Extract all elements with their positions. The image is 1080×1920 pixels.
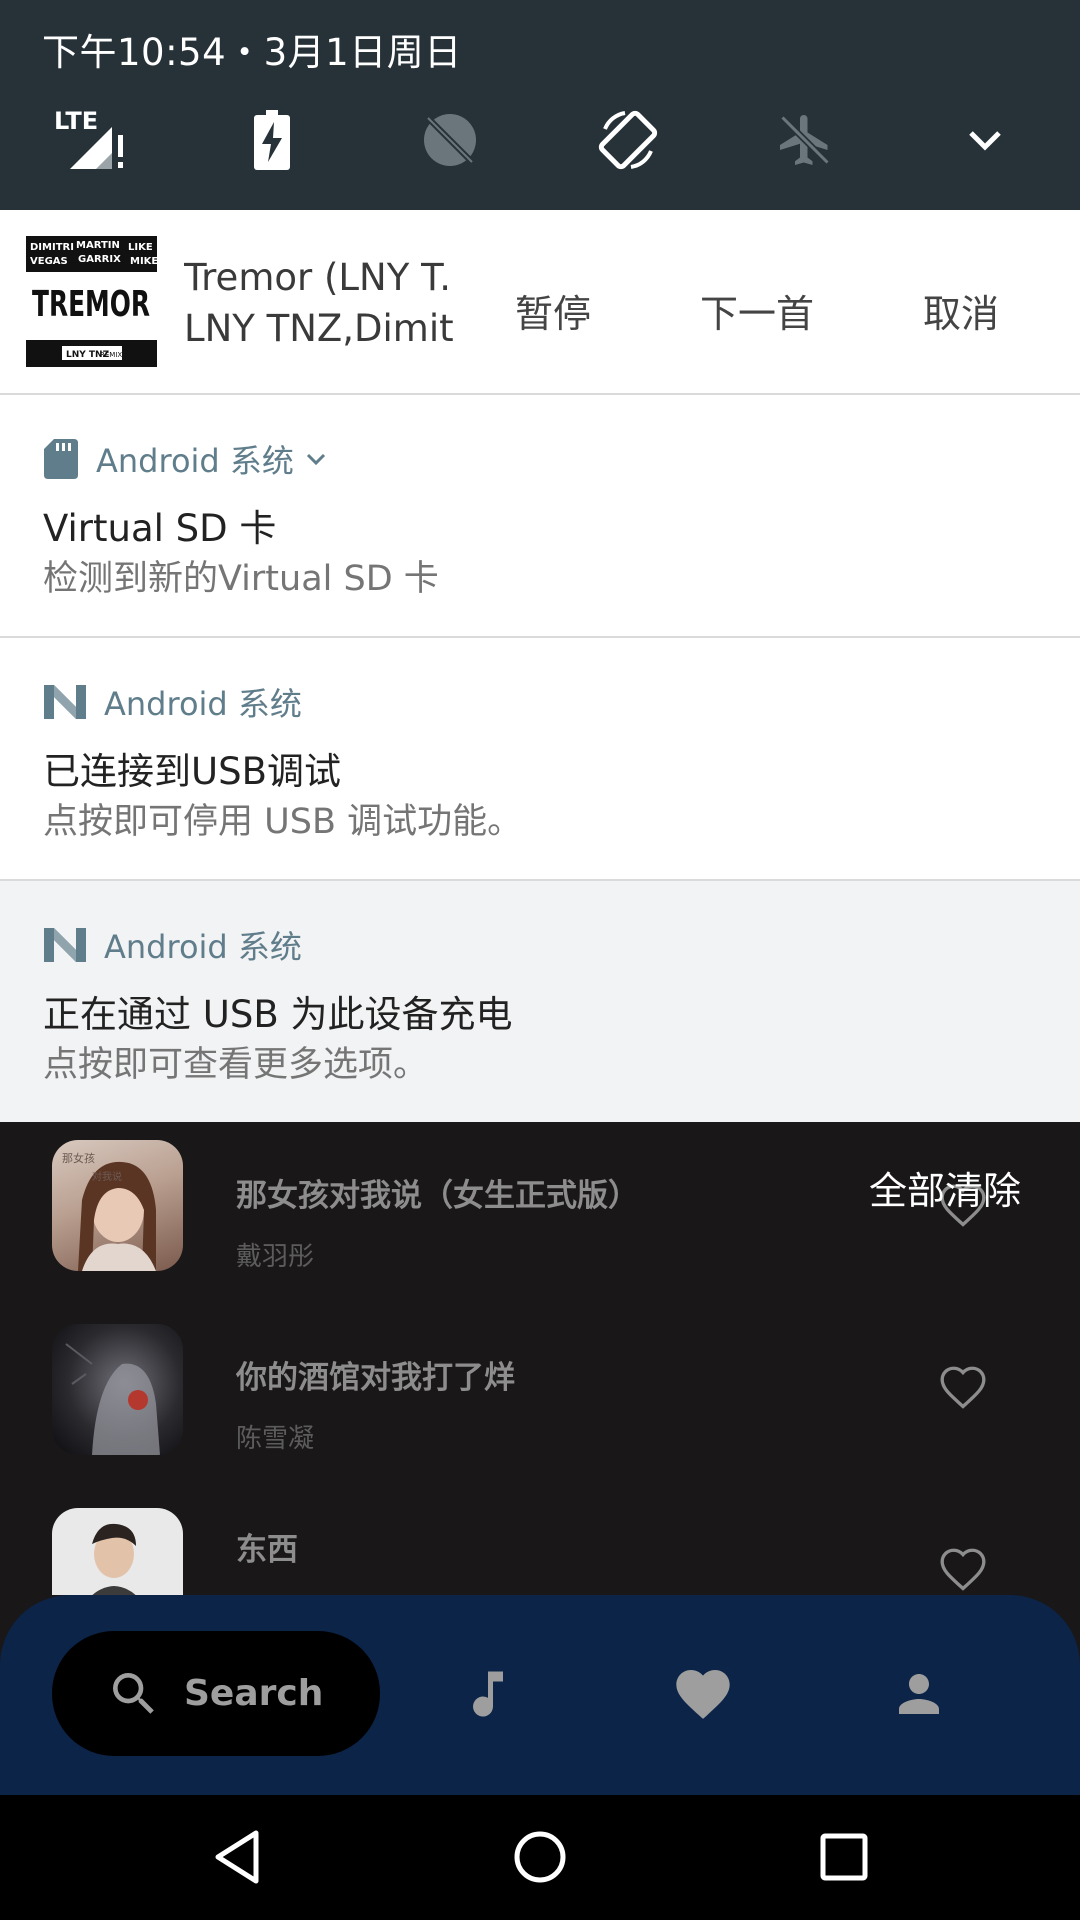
search-icon	[113, 1672, 154, 1714]
search-label: Search	[184, 1673, 324, 1714]
cover-text: 那女孩	[62, 1151, 95, 1165]
quick-settings-header: 下午10:54・3月1日周日 LTE	[0, 0, 1080, 210]
song-cover: 那女孩 对我说	[52, 1140, 183, 1271]
favorite-heart-icon[interactable]	[938, 1544, 988, 1594]
song-cover	[52, 1324, 183, 1455]
next-track-button[interactable]: 下一首	[700, 283, 814, 338]
song-row[interactable]: 东西	[0, 1508, 1080, 1595]
notification-header: Android 系统	[44, 437, 328, 481]
svg-text:DIMITRI: DIMITRI	[30, 242, 74, 253]
notification-card-usb-charging[interactable]: Android 系统 正在通过 USB 为此设备充电 点按即可查看更多选项。	[0, 881, 1080, 1122]
system-navigation-bar	[0, 1795, 1080, 1920]
search-button[interactable]: Search	[52, 1631, 380, 1756]
back-icon[interactable]	[205, 1825, 269, 1889]
cancel-button[interactable]: 取消	[923, 283, 999, 338]
notification-app-name: Android 系统	[104, 685, 302, 723]
song-title: 那女孩对我说（女生正式版）	[236, 1178, 639, 1214]
expand-chevron-icon[interactable]	[946, 105, 1024, 175]
song-artist: 陈雪凝	[236, 1424, 315, 1454]
status-datetime: 下午10:54・3月1日周日	[42, 31, 462, 74]
data-saver-off-icon[interactable]	[411, 105, 489, 175]
heart-icon[interactable]	[668, 1659, 738, 1729]
quick-settings-tiles: LTE	[0, 105, 1080, 175]
notification-header: Android 系统	[44, 923, 302, 967]
song-artist: 戴羽彤	[236, 1242, 315, 1272]
svg-text:LTE: LTE	[54, 107, 98, 135]
notification-text: 点按即可查看更多选项。	[43, 1045, 429, 1085]
song-row[interactable]: 你的酒馆对我打了烊 陈雪凝	[0, 1324, 1080, 1464]
notification-text: 检测到新的Virtual SD 卡	[43, 559, 439, 599]
person-icon[interactable]	[884, 1659, 954, 1729]
recents-icon[interactable]	[812, 1825, 876, 1889]
notification-title: 已连接到USB调试	[43, 750, 341, 793]
home-icon[interactable]	[508, 1825, 572, 1889]
pause-button[interactable]: 暂停	[515, 283, 591, 338]
svg-text:MARTIN: MARTIN	[76, 240, 120, 251]
media-notification[interactable]: DIMITRI MARTIN LIKE VEGAS GARRIX MIKE TR…	[0, 210, 1080, 395]
svg-text:GARRIX: GARRIX	[78, 254, 121, 265]
media-title: Tremor (LNY T...	[184, 256, 454, 299]
bottom-navigation: Search	[0, 1595, 1080, 1795]
svg-text:TREMOR: TREMOR	[32, 284, 150, 325]
song-title: 东西	[236, 1532, 298, 1568]
notification-app-name: Android 系统	[96, 442, 294, 480]
media-artist: LNY TNZ,Dimit...	[184, 307, 454, 350]
song-title: 你的酒馆对我打了烊	[236, 1360, 515, 1396]
favorite-heart-icon[interactable]	[938, 1362, 988, 1412]
svg-text:MIKE: MIKE	[130, 256, 157, 267]
android-n-icon	[44, 928, 86, 962]
svg-text:LIKE: LIKE	[128, 242, 153, 253]
cover-text: 对我说	[92, 1170, 122, 1183]
notification-title: 正在通过 USB 为此设备充电	[43, 993, 513, 1036]
chevron-down-icon[interactable]	[304, 449, 328, 469]
notification-text: 点按即可停用 USB 调试功能。	[43, 802, 523, 842]
battery-charging-icon[interactable]	[233, 105, 311, 175]
notification-card-usb-debug[interactable]: Android 系统 已连接到USB调试 点按即可停用 USB 调试功能。	[0, 638, 1080, 881]
album-art: DIMITRI MARTIN LIKE VEGAS GARRIX MIKE TR…	[26, 236, 158, 367]
sd-card-icon	[44, 439, 78, 479]
music-note-icon[interactable]	[453, 1659, 523, 1729]
android-n-icon	[44, 685, 86, 719]
notification-app-name: Android 系统	[104, 928, 302, 966]
notification-header: Android 系统	[44, 680, 302, 724]
song-cover	[52, 1508, 183, 1595]
clear-all-button[interactable]: 全部清除	[869, 1160, 1021, 1215]
notification-card-sd[interactable]: Android 系统 Virtual SD 卡 检测到新的Virtual SD …	[0, 395, 1080, 638]
svg-text:REMIX: REMIX	[100, 351, 122, 359]
svg-text:VEGAS: VEGAS	[30, 256, 68, 267]
airplane-mode-icon[interactable]	[766, 105, 844, 175]
auto-rotate-icon[interactable]	[589, 105, 667, 175]
notification-title: Virtual SD 卡	[43, 507, 277, 550]
lte-signal-icon[interactable]: LTE	[52, 105, 130, 175]
